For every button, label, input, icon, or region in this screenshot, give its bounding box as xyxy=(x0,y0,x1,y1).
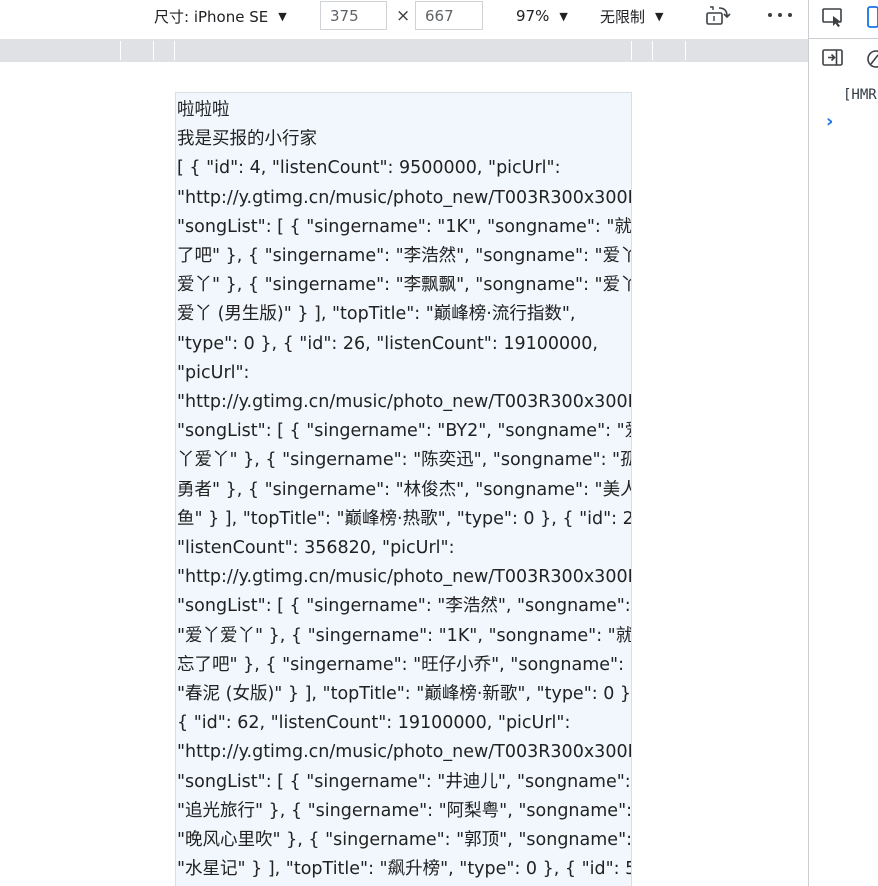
page-text-line: "http://y.gtimg.cn/music/photo_new/T003R… xyxy=(177,392,632,413)
mq-tick xyxy=(685,41,686,60)
device-selector[interactable]: 尺寸: iPhone SE ▼ xyxy=(154,0,287,32)
page-text-line: "listenCount": 356820, "picUrl": xyxy=(177,538,455,559)
media-query-bar[interactable] xyxy=(0,39,808,62)
rotate-icon[interactable] xyxy=(705,5,731,27)
page-content: 啦啦啦我是买报的小行家 [ { "id": 4, "listenCount": 9… xyxy=(176,93,631,884)
caret-down-icon: ▼ xyxy=(559,9,568,23)
page-text-line: 爱丫" }, { "singername": "李飘飘", "songname"… xyxy=(177,275,632,296)
page-text-line: "songList": [ { "singername": "井迪儿", "so… xyxy=(177,771,631,792)
device-toolbar: 尺寸: iPhone SE ▼ 375 × 667 97% ▼ 无限制 ▼ xyxy=(0,0,808,36)
tab-border xyxy=(809,38,878,39)
page-text-line: 爱丫 (男生版)" } ], "topTitle": "巅峰榜·流行指数", xyxy=(177,304,576,325)
page-text-line: "http://y.gtimg.cn/music/photo_new/T003R… xyxy=(177,742,632,763)
page-text-line: "songList": [ { "singername": "BY2", "so… xyxy=(177,421,632,442)
device-toggle-icon[interactable] xyxy=(865,4,878,30)
page-text-line: 了吧" }, { "singername": "李浩然", "songname"… xyxy=(177,246,632,267)
console-message: [HMR xyxy=(843,87,877,103)
clear-console-icon[interactable] xyxy=(865,48,878,70)
zoom-selector[interactable]: 97% ▼ xyxy=(516,0,568,32)
mq-tick xyxy=(631,41,632,60)
page-text-line: "songList": [ { "singername": "1K", "son… xyxy=(177,216,632,237)
caret-down-icon: ▼ xyxy=(655,9,664,23)
devtools-panel: [HMR › xyxy=(809,0,878,886)
height-input[interactable]: 667 xyxy=(415,1,483,30)
device-selector-label: 尺寸: iPhone SE xyxy=(154,7,269,26)
throttle-label: 无限制 xyxy=(600,7,646,26)
page-text-line: "春泥 (女版)" } ], "topTitle": "巅峰榜·新歌", "ty… xyxy=(177,684,632,705)
page-text-line: "http://y.gtimg.cn/music/photo_new/T003R… xyxy=(177,187,632,208)
caret-down-icon: ▼ xyxy=(278,9,287,23)
page-text-line: "picUrl": xyxy=(177,362,250,383)
page-text-line: "晚风心里吹" }, { "singername": "郭顶", "songna… xyxy=(177,830,632,851)
page-text-line: 忘了吧" }, { "singername": "旺仔小乔", "songnam… xyxy=(177,654,624,675)
mq-tick xyxy=(120,41,121,60)
page-text-line: "songList": [ { "singername": "李浩然", "so… xyxy=(177,596,631,617)
zoom-label: 97% xyxy=(516,7,550,25)
page-text-line: 勇者" }, { "singername": "林俊杰", "songname"… xyxy=(177,479,632,500)
page-text-line: "追光旅行" }, { "singername": "阿梨粤", "songna… xyxy=(177,800,632,821)
page-text-line: "水星记" } ], "topTitle": "飙升榜", "type": 0 … xyxy=(177,859,632,880)
page-text-line: { "id": 62, "listenCount": 19100000, "pi… xyxy=(177,713,571,734)
page-text-line: [ { "id": 4, "listenCount": 9500000, "pi… xyxy=(177,158,561,179)
mq-tick xyxy=(174,41,175,60)
chevron-right-icon[interactable]: › xyxy=(826,111,833,132)
width-input[interactable]: 375 xyxy=(320,1,387,30)
inspect-icon[interactable] xyxy=(821,6,845,28)
mq-tick xyxy=(153,41,154,60)
dimension-separator: × xyxy=(396,6,411,26)
page-text-line: 啦啦啦 xyxy=(177,100,230,120)
page-text-line: 鱼" } ], "topTitle": "巅峰榜·热歌", "type": 0 … xyxy=(177,508,632,529)
more-options-icon[interactable] xyxy=(768,4,792,26)
page-text-line: "type": 0 }, { "id": 26, "listenCount": … xyxy=(177,333,598,354)
dock-icon[interactable] xyxy=(822,48,844,68)
throttle-selector[interactable]: 无限制 ▼ xyxy=(600,0,663,32)
device-viewport: 啦啦啦我是买报的小行家 [ { "id": 4, "listenCount": 9… xyxy=(175,92,632,886)
page-text-line: 丫爱丫" }, { "singername": "陈奕迅", "songname… xyxy=(177,450,632,471)
page-text-line: 我是买报的小行家 xyxy=(177,129,317,150)
page-text-line: "http://y.gtimg.cn/music/photo_new/T003R… xyxy=(177,567,632,588)
mq-tick xyxy=(652,41,653,60)
page-text-line: "爱丫爱丫" }, { "singername": "1K", "songnam… xyxy=(177,625,632,646)
